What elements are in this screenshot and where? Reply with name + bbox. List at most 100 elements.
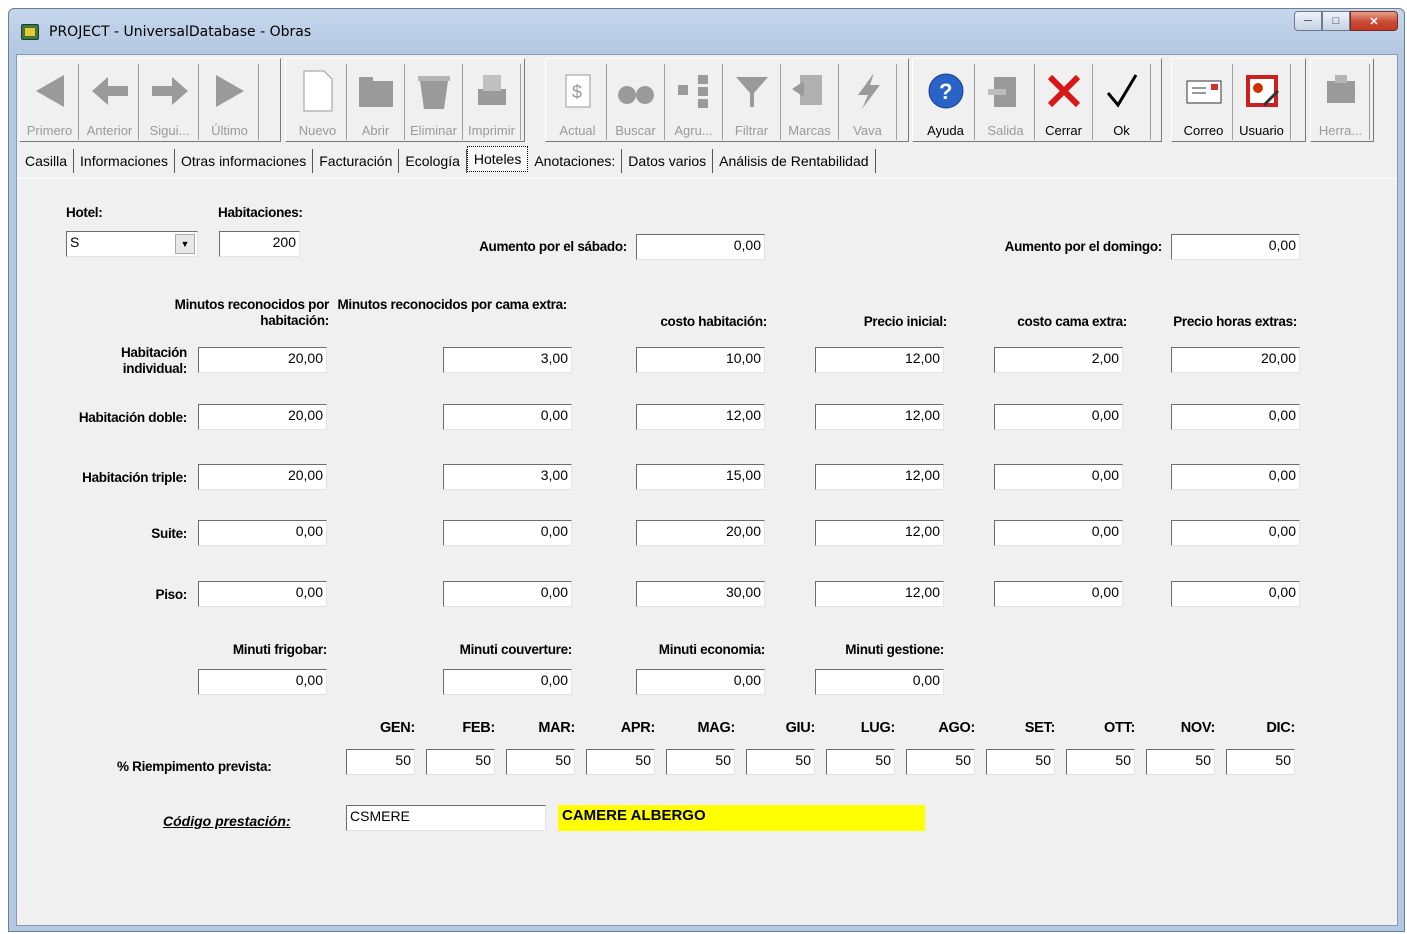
habitaciones-field[interactable]: 200 (219, 231, 300, 257)
toolbar-button-actual[interactable]: $ Actual (549, 64, 607, 140)
toolbar-button-eliminar[interactable]: Eliminar (405, 64, 463, 140)
minimize-button[interactable]: ─ (1294, 11, 1322, 31)
minuti-field[interactable]: 0,00 (636, 669, 765, 695)
toolbar-button-herra[interactable]: Herra... (1312, 64, 1370, 140)
close-window-button[interactable]: ✕ (1350, 11, 1398, 31)
riempimento-field[interactable]: 50 (826, 749, 895, 775)
tab-anotaciones[interactable]: Anotaciones: (528, 149, 623, 173)
row-value-field[interactable]: 12,00 (815, 404, 944, 430)
riempimento-field[interactable]: 50 (586, 749, 655, 775)
toolbar-button-buscar[interactable]: Buscar (607, 64, 665, 140)
row-value-field[interactable]: 12,00 (815, 520, 944, 546)
row-value-field[interactable]: 20,00 (636, 520, 765, 546)
row-value-field[interactable]: 15,00 (636, 464, 765, 490)
riempimento-field[interactable]: 50 (1146, 749, 1215, 775)
hotel-select[interactable]: S ▼ (66, 231, 198, 257)
row-value-field[interactable]: 2,00 (994, 347, 1123, 373)
toolbar-button-vava[interactable]: Vava (839, 64, 897, 140)
tab-análisis-de-rentabilidad[interactable]: Análisis de Rentabilidad (713, 149, 876, 173)
lightning-icon (848, 66, 888, 116)
toolbar-button-cerrar[interactable]: Cerrar (1035, 64, 1093, 140)
month-label: GEN: (379, 720, 415, 736)
toolbar-button-label: Salida (987, 123, 1024, 138)
riempimento-field[interactable]: 50 (906, 749, 975, 775)
row-value-field[interactable]: 3,00 (443, 347, 572, 373)
toolbar-button-abrir[interactable]: Abrir (347, 64, 405, 140)
toolbar-button-salida[interactable]: Salida (977, 64, 1035, 140)
tab-strip: Casilla Informaciones Otras informaciones F… (19, 146, 876, 175)
tab-facturación[interactable]: Facturación (313, 149, 400, 173)
row-value-field[interactable]: 0,00 (994, 404, 1123, 430)
riempimento-field[interactable]: 50 (666, 749, 735, 775)
row-value-field[interactable]: 0,00 (1171, 581, 1300, 607)
riempimento-field[interactable]: 50 (346, 749, 415, 775)
maximize-button[interactable]: □ (1322, 11, 1350, 31)
help-icon: ? (926, 66, 966, 116)
row-value-field[interactable]: 12,00 (636, 404, 765, 430)
row-value-field[interactable]: 12,00 (815, 347, 944, 373)
row-value-field[interactable]: 20,00 (198, 347, 327, 373)
row-value-field[interactable]: 0,00 (1171, 464, 1300, 490)
toolbar-button-imprimir[interactable]: Imprimir (463, 64, 521, 140)
row-value-field[interactable]: 0,00 (1171, 404, 1300, 430)
minuti-field[interactable]: 0,00 (815, 669, 944, 695)
row-value-field[interactable]: 10,00 (636, 347, 765, 373)
row-value-field[interactable]: 20,00 (1171, 347, 1300, 373)
row-label: Piso: (155, 587, 187, 602)
row-value-field[interactable]: 0,00 (443, 404, 572, 430)
tab-ecología[interactable]: Ecología (399, 149, 467, 173)
toolbar-button-anterior[interactable]: Anterior (81, 64, 139, 140)
toolbar-button-marcas[interactable]: Marcas (781, 64, 839, 140)
toolbar-button-usuario[interactable]: Usuario (1233, 64, 1291, 140)
row-value-field[interactable]: 30,00 (636, 581, 765, 607)
row-value-field[interactable]: 20,00 (198, 404, 327, 430)
row-value-field[interactable]: 12,00 (815, 581, 944, 607)
row-value-field[interactable]: 0,00 (443, 520, 572, 546)
row-value-field[interactable]: 20,00 (198, 464, 327, 490)
month-label: FEB: (462, 720, 495, 736)
title-bar[interactable]: PROJECT - UniversalDatabase - Obras ─ □ … (9, 9, 1404, 53)
row-value-field[interactable]: 0,00 (994, 520, 1123, 546)
chevron-down-icon[interactable]: ▼ (175, 234, 195, 254)
aumento-sabado-field[interactable]: 0,00 (636, 234, 765, 260)
tab-casilla[interactable]: Casilla (19, 149, 75, 173)
row-value-field[interactable]: 0,00 (198, 520, 327, 546)
row-value-field[interactable]: 0,00 (443, 581, 572, 607)
toolbar-button-label: Cerrar (1045, 123, 1082, 138)
tab-otras-informaciones[interactable]: Otras informaciones (175, 149, 314, 173)
riempimento-field[interactable]: 50 (746, 749, 815, 775)
tab-hoteles[interactable]: Hoteles (466, 146, 529, 172)
row-value-field[interactable]: 0,00 (994, 581, 1123, 607)
minuti-field[interactable]: 0,00 (198, 669, 327, 695)
toolbar-button-sigui[interactable]: Sigui... (141, 64, 199, 140)
toolbar-button-filtrar[interactable]: Filtrar (723, 64, 781, 140)
codigo-prestacion-link[interactable]: Código prestación: (163, 813, 291, 829)
toolbar-button-agru[interactable]: Agru... (665, 64, 723, 140)
month-label: APR: (620, 720, 656, 736)
tab-informaciones[interactable]: Informaciones (74, 149, 175, 173)
svg-text:?: ? (939, 79, 952, 104)
minuti-field[interactable]: 0,00 (443, 669, 572, 695)
row-value-field[interactable]: 0,00 (994, 464, 1123, 490)
codigo-prestacion-field[interactable]: CSMERE (346, 805, 546, 831)
riempimento-field[interactable]: 50 (986, 749, 1055, 775)
riempimento-field[interactable]: 50 (506, 749, 575, 775)
month-label: GIU: (785, 720, 816, 736)
toolbar-button-último[interactable]: Último (201, 64, 259, 140)
app-icon[interactable] (21, 24, 39, 40)
row-value-field[interactable]: 0,00 (198, 581, 327, 607)
tab-datos-varios[interactable]: Datos varios (622, 149, 714, 173)
toolbar-button-ok[interactable]: Ok (1093, 64, 1151, 140)
toolbar-button-label: Sigui... (149, 123, 190, 138)
row-value-field[interactable]: 12,00 (815, 464, 944, 490)
toolbar-button-primero[interactable]: Primero (21, 64, 79, 140)
aumento-domingo-field[interactable]: 0,00 (1171, 234, 1300, 260)
riempimento-field[interactable]: 50 (1226, 749, 1295, 775)
toolbar-button-nuevo[interactable]: Nuevo (289, 64, 347, 140)
riempimento-field[interactable]: 50 (1066, 749, 1135, 775)
row-value-field[interactable]: 3,00 (443, 464, 572, 490)
row-value-field[interactable]: 0,00 (1171, 520, 1300, 546)
toolbar-button-ayuda[interactable]: ? Ayuda (917, 64, 975, 140)
toolbar-button-correo[interactable]: Correo (1175, 64, 1233, 140)
riempimento-field[interactable]: 50 (426, 749, 495, 775)
